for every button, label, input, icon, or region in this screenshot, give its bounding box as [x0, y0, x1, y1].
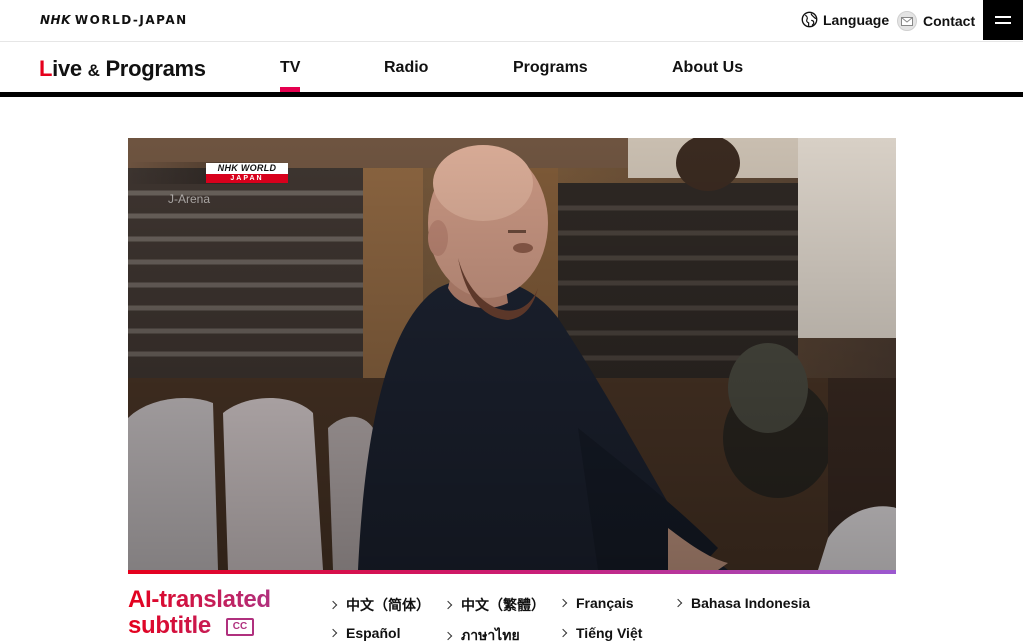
nav-tab-radio[interactable]: Radio — [384, 59, 428, 77]
top-utility-bar: NHK WORLD-JAPAN Language Contact — [0, 0, 1023, 42]
subtitle-lang-fr[interactable]: Français — [558, 595, 634, 611]
brand-initial: L — [39, 56, 53, 81]
chevron-right-icon — [443, 631, 453, 641]
subtitle-lang-label: Bahasa Indonesia — [691, 595, 811, 611]
hamburger-icon-line — [995, 22, 1011, 24]
subtitle-lang-id[interactable]: Bahasa Indonesia — [673, 595, 811, 611]
nhk-world-japan-logo[interactable]: NHK WORLD-JAPAN — [40, 13, 188, 27]
subtitle-lang-label: Tiếng Việt — [576, 625, 643, 641]
subtitle-lang-vi[interactable]: Tiếng Việt — [558, 625, 643, 641]
brand-tail: Programs — [105, 56, 206, 81]
language-button[interactable]: Language — [801, 11, 889, 28]
chevron-right-icon — [673, 598, 683, 608]
video-accent-bar — [128, 570, 896, 574]
ai-subtitle-heading-line1: AI-translated — [128, 586, 271, 613]
subtitle-lang-label: Español — [346, 625, 401, 641]
brand-amp: & — [87, 61, 100, 80]
video-frame — [128, 138, 896, 570]
brand-rest: ive — [52, 56, 82, 81]
watermark-bottom-text: JAPAN — [206, 174, 288, 183]
subtitle-lang-label: Français — [576, 595, 634, 611]
main-navigation: Live & Programs TV Radio Programs About … — [0, 42, 1023, 97]
subtitle-lang-label: 中文（简体） — [346, 597, 430, 613]
chevron-right-icon — [328, 628, 338, 638]
nav-divider — [0, 92, 1023, 97]
subtitle-lang-zh-hans[interactable]: 中文（简体） — [328, 595, 430, 615]
contact-label: Contact — [923, 13, 976, 29]
subtitle-lang-label: ภาษาไทย — [461, 627, 520, 641]
hamburger-icon-line — [995, 16, 1011, 18]
mail-icon — [897, 11, 917, 31]
chevron-right-icon — [558, 628, 568, 638]
watermark-top-text: NHK WORLD — [206, 163, 288, 174]
nav-tab-about-us[interactable]: About Us — [672, 59, 743, 77]
nav-tab-tv[interactable]: TV — [280, 59, 300, 77]
chevron-right-icon — [558, 598, 568, 608]
logo-mark: NHK — [40, 13, 71, 27]
live-programs-brand[interactable]: Live & Programs — [39, 56, 206, 82]
nav-tab-programs[interactable]: Programs — [513, 59, 588, 77]
chevron-right-icon — [328, 600, 338, 610]
subtitle-lang-label: 中文（繁體） — [461, 597, 545, 613]
globe-icon — [801, 11, 818, 28]
language-label: Language — [823, 11, 890, 28]
menu-button[interactable] — [983, 0, 1023, 40]
nhk-world-watermark: NHK WORLD JAPAN — [128, 162, 293, 184]
program-name-overlay: J-Arena — [168, 192, 211, 206]
chevron-right-icon — [443, 600, 453, 610]
logo-text: WORLD-JAPAN — [74, 13, 188, 27]
subtitle-lang-zh-hant[interactable]: 中文（繁體） — [443, 595, 545, 615]
contact-button[interactable]: Contact — [897, 11, 975, 31]
subtitle-lang-es[interactable]: Español — [328, 625, 401, 641]
cc-icon: CC — [226, 618, 254, 636]
subtitle-lang-th[interactable]: ภาษาไทย — [443, 625, 520, 641]
live-video-player[interactable]: NHK WORLD JAPAN J-Arena — [128, 138, 896, 570]
